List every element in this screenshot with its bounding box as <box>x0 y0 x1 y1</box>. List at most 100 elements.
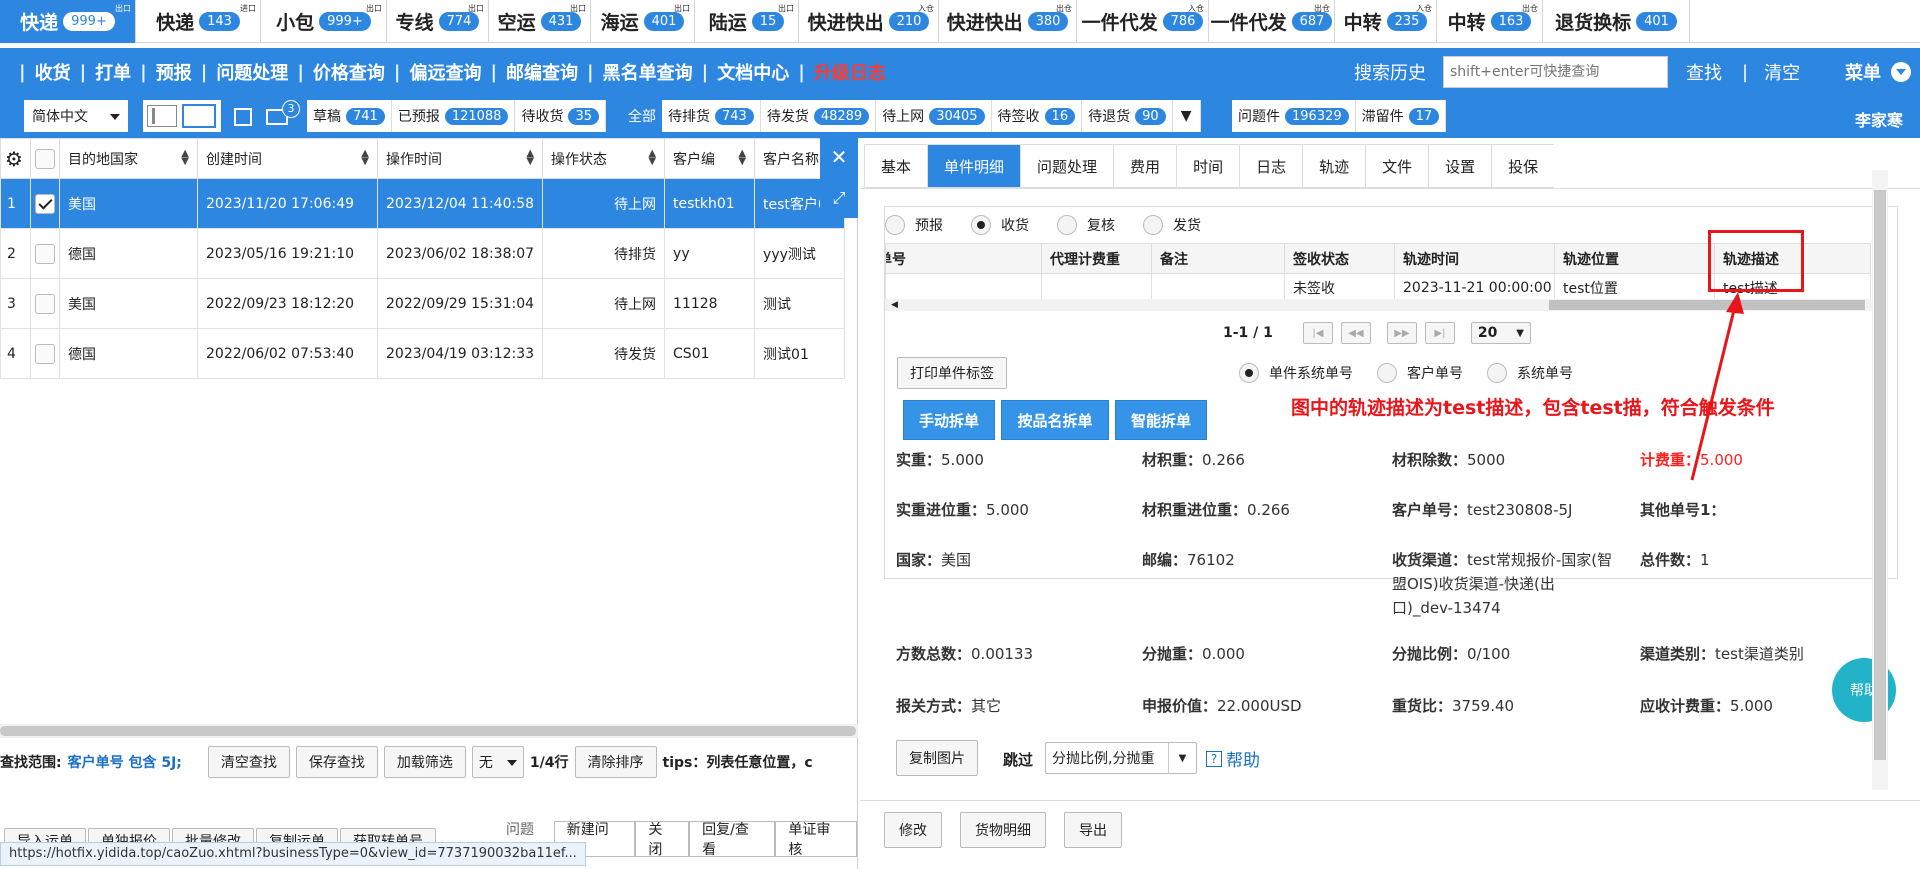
footer-button-1[interactable]: 货物明细 <box>960 812 1046 848</box>
detail-tab-7[interactable]: 文件 <box>1365 144 1429 188</box>
clear-search-button[interactable]: 清空查找 <box>207 746 290 778</box>
status-chip[interactable]: 待发货 48289 <box>760 100 877 132</box>
top-tab-9[interactable]: 一件代发 786 入仓 <box>1077 0 1209 43</box>
menu-button[interactable]: 菜单 <box>1845 48 1911 96</box>
status-chip[interactable]: 草稿 741 <box>307 100 392 132</box>
copy-image-button[interactable]: 复制图片 <box>896 740 978 776</box>
detail-tab-8[interactable]: 设置 <box>1428 144 1492 188</box>
nav-item-3[interactable]: 问题处理 <box>216 59 288 85</box>
top-tab-10[interactable]: 一件代发 687 出仓 <box>1209 0 1335 43</box>
nav-upgrade-log[interactable]: 升级日志 <box>814 59 886 85</box>
sort-icon[interactable]: ▲ ▼ <box>526 149 534 167</box>
issue-tab[interactable]: 单证审核 <box>775 821 857 858</box>
detail-tab-2[interactable]: 问题处理 <box>1020 144 1114 188</box>
issue-tab[interactable]: 回复/查看 <box>689 821 776 858</box>
top-tab-5[interactable]: 海运 401 出口 <box>591 0 695 43</box>
column-header[interactable]: 创建时间 ▲ ▼ <box>197 138 378 179</box>
footer-button-2[interactable]: 导出 <box>1064 812 1122 848</box>
table-row[interactable]: 3 美国 2022/09/23 18:12:20 2022/09/29 15:31:0… <box>0 278 846 329</box>
top-tab-1[interactable]: 快递 143 进口 <box>136 0 261 43</box>
checkbox[interactable] <box>35 148 55 169</box>
detail-tab-0[interactable]: 基本 <box>864 144 928 188</box>
row-checkbox-cell[interactable] <box>30 178 60 229</box>
column-header[interactable]: 操作状态 ▲ ▼ <box>542 138 666 179</box>
sort-icon[interactable]: ▲ ▼ <box>648 149 656 167</box>
radio-circle[interactable] <box>1057 215 1077 235</box>
nav-item-1[interactable]: 打单 <box>95 59 131 85</box>
radio-circle[interactable] <box>1377 363 1397 383</box>
select-all-checkbox[interactable] <box>30 138 60 179</box>
top-tab-4[interactable]: 空运 431 出口 <box>489 0 591 43</box>
checkbox[interactable] <box>35 293 55 314</box>
detail-tab-9[interactable]: 投保 <box>1491 144 1555 188</box>
save-search-button[interactable]: 保存查找 <box>295 746 378 778</box>
sort-icon[interactable]: ▲ ▼ <box>181 149 189 167</box>
detail-scrollbar[interactable] <box>1872 170 1888 790</box>
top-tab-13[interactable]: 退货换标 401 <box>1543 0 1690 43</box>
footer-button-0[interactable]: 修改 <box>884 812 942 848</box>
status-chip[interactable]: 待签收 16 <box>991 100 1083 132</box>
search-history-link[interactable]: 搜索历史 <box>1354 59 1426 85</box>
first-page-icon[interactable]: |◀ <box>1302 322 1333 344</box>
status-chip[interactable]: 待上网 30405 <box>876 100 992 132</box>
row-checkbox-cell[interactable] <box>30 328 60 379</box>
status-chip[interactable]: 滞留件 17 <box>1356 100 1447 132</box>
detail-tab-1[interactable]: 单件明细 <box>927 144 1021 188</box>
next-page-icon[interactable]: ▶▶ <box>1386 322 1417 344</box>
list-view-icon[interactable] <box>234 108 252 126</box>
status-chip[interactable]: 问题件 196329 <box>1232 100 1356 132</box>
detail-tab-4[interactable]: 时间 <box>1176 144 1240 188</box>
top-tab-2[interactable]: 小包 999+ 出口 <box>261 0 387 43</box>
row-checkbox-cell[interactable] <box>30 228 60 279</box>
radio-circle[interactable] <box>1239 363 1259 383</box>
help-link[interactable]: ? 帮助 <box>1206 746 1260 771</box>
layout-split-icon[interactable] <box>147 105 177 127</box>
top-tab-6[interactable]: 陆运 15 出口 <box>695 0 799 43</box>
top-tab-11[interactable]: 中转 235 入仓 <box>1335 0 1437 43</box>
nav-item-2[interactable]: 预报 <box>156 59 192 85</box>
last-page-icon[interactable]: ▶| <box>1424 322 1455 344</box>
number-type-radio[interactable]: 系统单号 <box>1487 363 1573 383</box>
top-tab-0[interactable]: 快递 999+ 出口 <box>0 0 136 43</box>
top-tab-12[interactable]: 中转 163 出仓 <box>1437 0 1543 43</box>
number-type-radio[interactable]: 单件系统单号 <box>1239 363 1353 383</box>
sort-icon[interactable]: ▲ ▼ <box>361 149 369 167</box>
stage-radio[interactable]: 预报 <box>885 215 943 235</box>
prev-page-icon[interactable]: ◀◀ <box>1340 322 1371 344</box>
detail-tab-5[interactable]: 日志 <box>1239 144 1303 188</box>
number-type-radio[interactable]: 客户单号 <box>1377 363 1463 383</box>
row-checkbox-cell[interactable] <box>30 278 60 329</box>
detail-tab-6[interactable]: 轨迹 <box>1302 144 1366 188</box>
detail-scroll-thumb[interactable] <box>1874 190 1886 760</box>
language-select[interactable]: 简体中文 <box>24 100 128 132</box>
top-tab-7[interactable]: 快进快出 210 入仓 <box>799 0 939 43</box>
checkbox[interactable] <box>35 343 55 364</box>
table-row[interactable]: 4 德国 2022/06/02 07:53:40 2023/04/19 03:12:3… <box>0 328 846 379</box>
top-tab-8[interactable]: 快进快出 380 出仓 <box>939 0 1077 43</box>
page-size-select[interactable]: 20 ▼ <box>1470 322 1531 344</box>
stage-radio[interactable]: 复核 <box>1057 215 1115 235</box>
status-chip[interactable]: 待收货 35 <box>515 100 607 132</box>
split-button-0[interactable]: 手动拆单 <box>903 400 995 440</box>
status-chip[interactable]: 已预报 121088 <box>392 100 516 132</box>
nav-item-5[interactable]: 偏远查询 <box>409 59 481 85</box>
close-icon[interactable]: ✕ <box>820 138 858 178</box>
skip-select[interactable]: 分抛比例,分抛重 ▼ <box>1045 742 1197 774</box>
table-row[interactable]: 2 德国 2023/05/16 19:21:10 2023/06/02 18:38:0… <box>0 228 846 279</box>
nav-item-4[interactable]: 价格查询 <box>313 59 385 85</box>
column-header[interactable]: 客户编 ▲ ▼ <box>664 138 756 179</box>
sort-icon[interactable]: ▲ ▼ <box>738 149 746 167</box>
stage-radio[interactable]: 收货 <box>971 215 1029 235</box>
split-button-2[interactable]: 智能拆单 <box>1115 400 1207 440</box>
nav-item-8[interactable]: 文档中心 <box>717 59 789 85</box>
clear-button[interactable]: 清空 <box>1764 59 1800 85</box>
status-chip[interactable]: 待退货 90 <box>1082 100 1173 132</box>
more-dropdown-icon[interactable]: ▼ <box>1172 100 1201 132</box>
scroll-left-icon[interactable]: ◀ <box>891 300 898 310</box>
checkbox[interactable] <box>35 243 55 264</box>
status-chip[interactable]: 待排货 743 <box>662 100 761 132</box>
quick-search-input[interactable] <box>1443 56 1668 88</box>
column-header[interactable]: 操作时间 ▲ ▼ <box>376 138 544 179</box>
load-filter-button[interactable]: 加载筛选 <box>383 746 466 778</box>
clear-sort-button[interactable]: 清除排序 <box>574 746 657 778</box>
